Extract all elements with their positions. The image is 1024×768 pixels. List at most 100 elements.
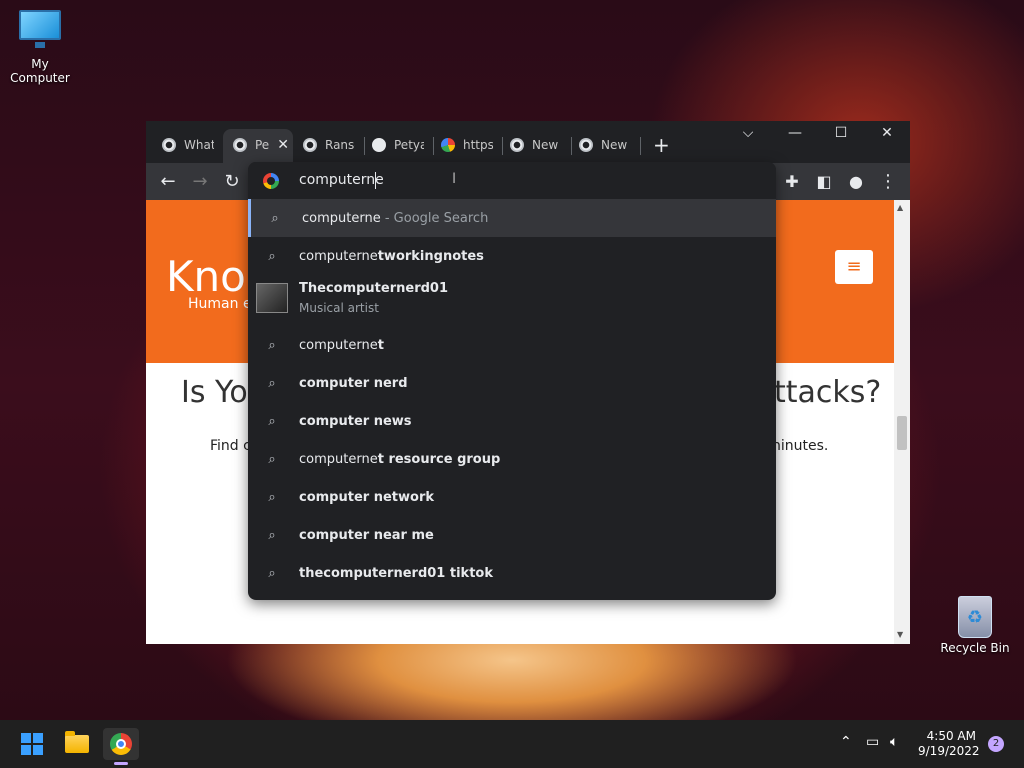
page-headline-right: ttacks? xyxy=(774,375,882,410)
tab-active[interactable]: Pe ✕ xyxy=(233,134,289,156)
chrome-icon xyxy=(110,733,132,755)
clock-time: 4:50 AM xyxy=(926,729,976,743)
suggestion-item[interactable]: ⌕ computernet resource group xyxy=(248,440,776,478)
page-scrollbar[interactable]: ▲ ▼ xyxy=(894,200,910,644)
show-hidden-icons-chevron-icon[interactable]: ⌃ xyxy=(840,734,852,750)
google-g-icon xyxy=(263,173,279,189)
maximize-button[interactable]: ☐ xyxy=(826,125,856,141)
suggestion-text: computer news xyxy=(299,414,412,429)
taskbar: ⌃ ▭ 🔈︎ 4:50 AM 9/19/2022 2 xyxy=(0,720,1024,768)
search-icon: ⌕ xyxy=(271,210,279,226)
chrome-icon xyxy=(510,138,524,152)
recycle-bin-desktop-icon[interactable]: ♻ Recycle Bin xyxy=(935,596,1015,655)
suggestion-item[interactable]: ⌕ thecomputernerd01 tiktok xyxy=(248,554,776,592)
page-subtext-left: Find c xyxy=(210,438,251,454)
close-window-button[interactable]: ✕ xyxy=(872,125,902,141)
hamburger-menu-button[interactable]: ≡ xyxy=(835,250,873,284)
page-subtext-right: ninutes. xyxy=(772,438,829,454)
back-arrow-icon[interactable]: ← xyxy=(157,171,179,193)
system-clock[interactable]: 4:50 AM 9/19/2022 xyxy=(918,729,980,759)
suggestion-suffix: t resource group xyxy=(377,451,501,467)
file-explorer-button[interactable] xyxy=(59,728,95,760)
suggestion-text: computer network xyxy=(299,490,434,505)
tab-label: New xyxy=(532,138,559,152)
clock-date: 9/19/2022 xyxy=(918,744,980,758)
chrome-taskbar-button[interactable] xyxy=(103,728,139,760)
search-icon: ⌕ xyxy=(268,451,276,467)
suggestion-suffix: computer near me xyxy=(299,527,434,543)
side-panel-icon[interactable]: ◧ xyxy=(813,171,835,193)
folder-icon xyxy=(65,731,89,753)
search-icon: ⌕ xyxy=(268,565,276,581)
new-tab-button[interactable]: + xyxy=(653,135,670,155)
minimize-button[interactable]: — xyxy=(780,125,810,141)
monitor-icon xyxy=(19,10,61,48)
suggestion-suffix: tworkingnotes xyxy=(377,248,484,264)
forward-arrow-icon[interactable]: → xyxy=(189,171,211,193)
suggestion-item[interactable]: ⌕ computer network xyxy=(248,478,776,516)
search-icon: ⌕ xyxy=(268,375,276,391)
suggestion-suffix: computer news xyxy=(299,413,412,429)
ibeam-cursor-icon: I xyxy=(452,171,457,187)
artist-thumbnail xyxy=(256,283,288,313)
suggestion-item[interactable]: ⌕ computer near me xyxy=(248,516,776,554)
windows-logo-icon xyxy=(21,733,43,755)
suggestion-item[interactable]: ⌕ computernetworkingnotes xyxy=(248,237,776,275)
reload-icon[interactable]: ↻ xyxy=(221,171,243,193)
scroll-up-arrow-icon[interactable]: ▲ xyxy=(897,203,903,212)
extensions-puzzle-icon[interactable]: ✚ xyxy=(781,171,803,193)
suggestion-item[interactable]: ⌕ computerne - Google Search xyxy=(248,199,776,237)
tab-separator xyxy=(571,137,572,155)
suggestion-suffix: t xyxy=(377,337,384,353)
tab-petya[interactable]: Petya xyxy=(372,134,424,156)
suggestion-item[interactable]: ⌕ computernet xyxy=(248,326,776,364)
tab-ransom[interactable]: Ranso xyxy=(303,134,355,156)
suggestion-text: computernet xyxy=(299,338,384,353)
suggestion-entity-item[interactable]: Thecomputernerd01 Musical artist xyxy=(248,275,776,321)
tab-what[interactable]: What xyxy=(162,134,214,156)
tab-strip: What Pe ✕ Ranso Petya https: New New xyxy=(146,121,910,163)
suggestion-secondary: - Google Search xyxy=(380,210,489,226)
tab-new-2[interactable]: New xyxy=(579,134,631,156)
tab-close-icon[interactable]: ✕ xyxy=(277,137,289,153)
my-computer-desktop-icon[interactable]: My Computer xyxy=(0,10,80,85)
tab-separator xyxy=(364,137,365,155)
running-app-indicator xyxy=(114,762,128,765)
search-icon: ⌕ xyxy=(268,489,276,505)
chrome-icon xyxy=(162,138,176,152)
menu-kebab-icon[interactable]: ⋮ xyxy=(877,171,899,193)
omnibox-input[interactable]: computerne xyxy=(299,172,384,188)
tab-search-button[interactable]: ⌵ xyxy=(733,125,763,141)
tab-label: Ranso xyxy=(325,138,355,152)
tab-separator xyxy=(433,137,434,155)
tab-https[interactable]: https: xyxy=(441,134,493,156)
tab-separator xyxy=(502,137,503,155)
suggestion-text: computer near me xyxy=(299,528,434,543)
tab-new-1[interactable]: New xyxy=(510,134,562,156)
suggestion-item[interactable]: ⌕ computer nerd xyxy=(248,364,776,402)
start-button[interactable] xyxy=(14,728,50,760)
chrome-icon xyxy=(233,138,247,152)
google-icon xyxy=(441,138,455,152)
suggestion-query: computerne xyxy=(302,210,381,226)
suggestion-prefix: computerne xyxy=(299,451,378,467)
tab-label: https: xyxy=(463,138,493,152)
github-icon xyxy=(372,138,386,152)
omnibox-suggestions-dropdown: computerne I ⌕ computerne - Google Searc… xyxy=(248,162,776,600)
tab-label: New xyxy=(601,138,628,152)
omnibox[interactable]: computerne I xyxy=(248,162,776,199)
suggestion-item[interactable]: ⌕ computer news xyxy=(248,402,776,440)
suggestion-text: computer nerd xyxy=(299,376,408,391)
tab-label: Petya xyxy=(394,138,424,152)
site-logo[interactable]: Kno xyxy=(166,252,246,301)
scroll-down-arrow-icon[interactable]: ▼ xyxy=(897,630,903,639)
entity-subtitle: Musical artist xyxy=(299,301,379,315)
notification-badge[interactable]: 2 xyxy=(988,736,1004,752)
network-icon[interactable]: ▭ xyxy=(866,734,879,750)
suggestion-text: computerne - Google Search xyxy=(302,211,488,226)
suggestion-text: computernetworkingnotes xyxy=(299,249,484,264)
scrollbar-thumb[interactable] xyxy=(897,416,907,450)
search-icon: ⌕ xyxy=(268,248,276,264)
profile-icon[interactable]: ● xyxy=(845,171,867,193)
volume-icon[interactable]: 🔈︎ xyxy=(890,734,898,750)
